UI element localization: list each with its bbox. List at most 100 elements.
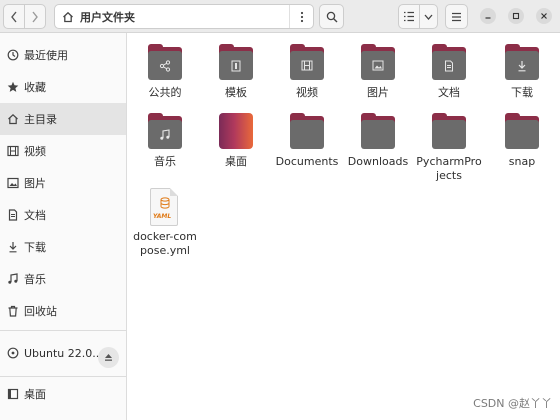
main-menu-button[interactable] xyxy=(445,4,468,29)
sidebar-item-label: 图片 xyxy=(24,177,46,190)
home-icon xyxy=(59,11,77,23)
folder-public[interactable]: 公共的 xyxy=(132,44,198,100)
file-name: 模板 xyxy=(225,86,247,99)
yaml-tag: YAML xyxy=(153,213,172,220)
film-icon xyxy=(301,60,313,71)
database-icon xyxy=(160,197,170,209)
sidebar-item-trash[interactable]: 回收站 xyxy=(0,295,126,327)
desktop-icon xyxy=(6,387,20,401)
file-name: 文档 xyxy=(438,86,460,99)
maximize-button[interactable] xyxy=(508,8,524,24)
sidebar: 最近使用 收藏 主目录 视频 图片 文档 下载 音乐 回收站 Ubuntu 22… xyxy=(0,33,127,420)
file-name: PycharmProjects xyxy=(416,155,482,182)
sidebar-item-label: 最近使用 xyxy=(24,49,68,62)
folder-icon xyxy=(361,44,395,80)
star-icon xyxy=(6,80,20,94)
sidebar-item-label: 回收站 xyxy=(24,305,57,318)
folder-videos[interactable]: 视频 xyxy=(274,44,340,100)
sidebar-item-label: 收藏 xyxy=(24,81,46,94)
sidebar-item-music[interactable]: 音乐 xyxy=(0,263,126,295)
folder-documents[interactable]: Documents xyxy=(274,113,340,169)
sidebar-item-label: Ubuntu 22.0... xyxy=(24,346,103,360)
folder-desktop[interactable]: 桌面 xyxy=(203,113,269,169)
eject-button[interactable] xyxy=(98,347,119,368)
desktop-folder-icon xyxy=(219,113,253,149)
template-icon xyxy=(231,60,241,71)
file-name: 图片 xyxy=(367,86,389,99)
folder-music[interactable]: 音乐 xyxy=(132,113,198,169)
home-icon xyxy=(6,112,20,126)
eject-icon xyxy=(105,354,112,361)
folder-pictures[interactable]: 图片 xyxy=(345,44,411,100)
folder-icon xyxy=(290,113,324,149)
search-icon xyxy=(326,11,337,22)
chevron-left-icon xyxy=(11,11,17,22)
sidebar-item-documents[interactable]: 文档 xyxy=(0,199,126,231)
sidebar-item-pictures[interactable]: 图片 xyxy=(0,167,126,199)
sidebar-item-home[interactable]: 主目录 xyxy=(0,103,126,135)
file-name: 视频 xyxy=(296,86,318,99)
sidebar-item-label: 音乐 xyxy=(24,273,46,286)
folder-pycharmprojects[interactable]: PycharmProjects xyxy=(416,113,482,183)
maximize-icon xyxy=(512,12,520,20)
download-icon xyxy=(518,60,526,71)
view-options-button[interactable] xyxy=(419,4,438,29)
forward-button[interactable] xyxy=(24,4,46,29)
sidebar-item-desktop[interactable]: 桌面 xyxy=(0,378,126,410)
list-view-button[interactable] xyxy=(398,4,420,29)
chevron-right-icon xyxy=(32,11,38,22)
minimize-button[interactable] xyxy=(480,8,496,24)
sidebar-item-starred[interactable]: 收藏 xyxy=(0,71,126,103)
folder-templates[interactable]: 模板 xyxy=(203,44,269,100)
file-name: 音乐 xyxy=(154,155,176,168)
share-icon xyxy=(159,59,171,72)
folder-icon xyxy=(148,44,182,80)
vertical-dots-icon xyxy=(300,11,303,22)
sidebar-item-downloads[interactable]: 下载 xyxy=(0,231,126,263)
folder-downloads-cn[interactable]: 下载 xyxy=(489,44,555,100)
file-name: 桌面 xyxy=(225,155,247,168)
path-bar[interactable]: 用户文件夹 xyxy=(54,4,314,29)
hamburger-icon xyxy=(452,12,461,21)
back-button[interactable] xyxy=(3,4,25,29)
download-icon xyxy=(6,240,20,254)
chevron-down-icon xyxy=(424,14,433,20)
file-docker-compose[interactable]: YAML docker-compose.yml xyxy=(132,188,198,258)
sidebar-item-label: 文档 xyxy=(24,209,46,222)
sidebar-item-label: 下载 xyxy=(24,241,46,254)
close-button[interactable] xyxy=(536,8,552,24)
music-icon xyxy=(160,128,170,140)
sidebar-item-recent[interactable]: 最近使用 xyxy=(0,39,126,71)
picture-icon xyxy=(372,60,384,71)
clock-icon xyxy=(6,48,20,62)
folder-icon xyxy=(432,113,466,149)
sidebar-item-videos[interactable]: 视频 xyxy=(0,135,126,167)
search-button[interactable] xyxy=(319,4,344,29)
folder-icon xyxy=(361,113,395,149)
minimize-icon xyxy=(485,17,491,19)
folder-documents-cn[interactable]: 文档 xyxy=(416,44,482,100)
sidebar-item-volume[interactable]: Ubuntu 22.0... xyxy=(0,337,126,369)
folder-downloads[interactable]: Downloads xyxy=(345,113,411,169)
file-name: 下载 xyxy=(511,86,533,99)
close-icon xyxy=(541,13,547,19)
yaml-file-icon: YAML xyxy=(148,188,182,226)
file-name: Documents xyxy=(275,155,339,168)
folder-icon xyxy=(432,44,466,80)
path-menu-button[interactable] xyxy=(289,5,313,28)
trash-icon xyxy=(6,304,20,318)
folder-icon xyxy=(290,44,324,80)
sidebar-item-label: 主目录 xyxy=(24,113,57,126)
folder-icon xyxy=(148,113,182,149)
path-label[interactable]: 用户文件夹 xyxy=(80,9,135,25)
document-icon xyxy=(6,208,20,222)
folder-icon xyxy=(505,113,539,149)
header-bar: 用户文件夹 xyxy=(0,0,560,33)
folder-icon xyxy=(505,44,539,80)
file-name: Downloads xyxy=(347,155,409,168)
sidebar-item-label: 视频 xyxy=(24,145,46,158)
file-name: 公共的 xyxy=(148,86,182,99)
sidebar-divider xyxy=(0,376,126,377)
folder-snap[interactable]: snap xyxy=(489,113,555,169)
folder-icon xyxy=(219,44,253,80)
